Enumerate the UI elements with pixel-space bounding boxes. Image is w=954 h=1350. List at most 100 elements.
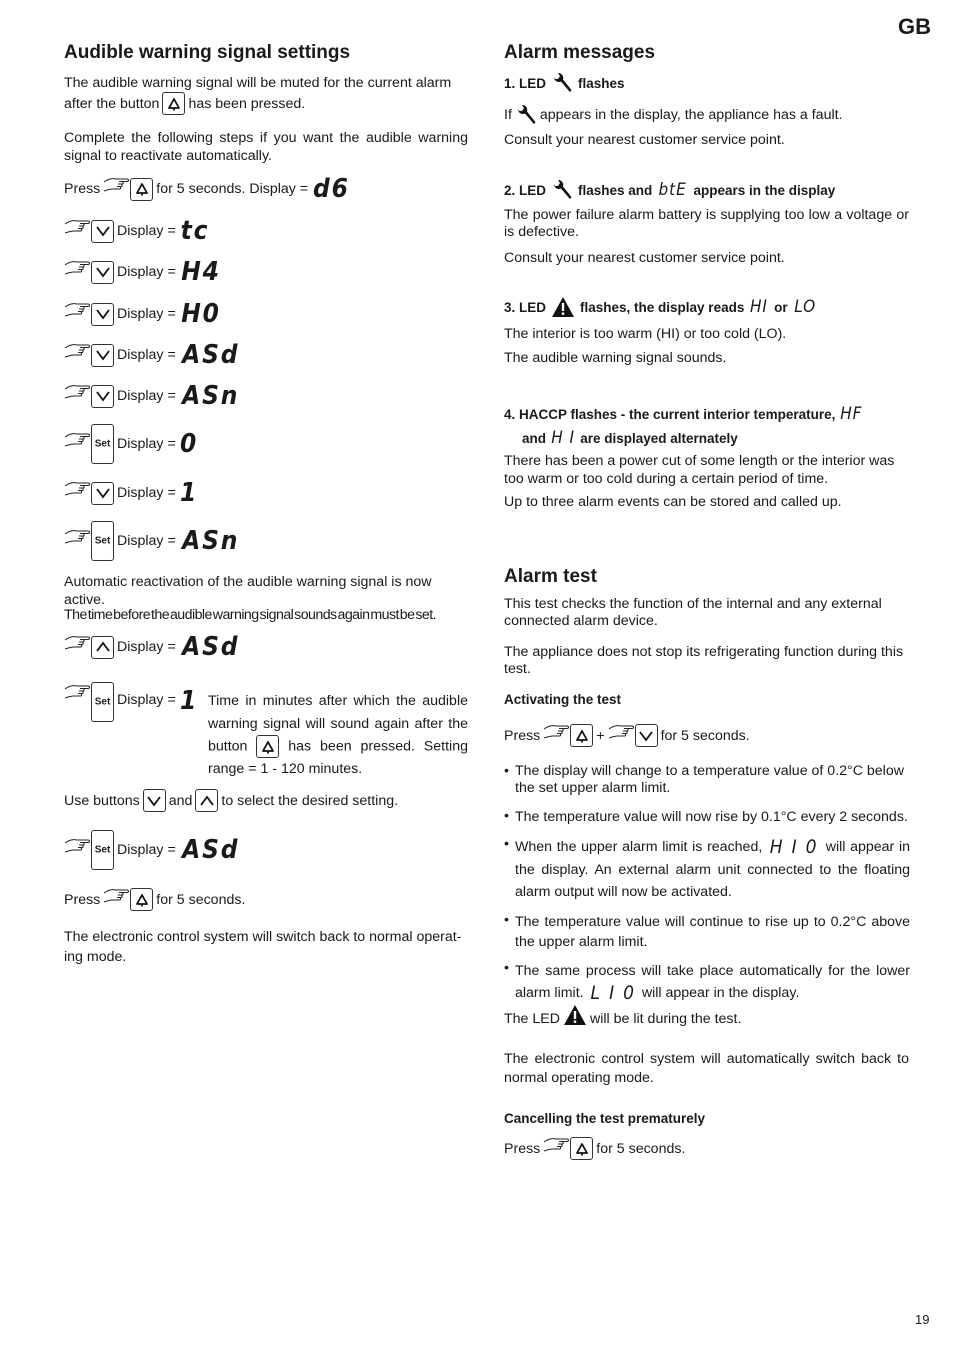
display-readout: d6 bbox=[313, 174, 350, 204]
display-readout: ASd bbox=[181, 835, 240, 865]
led-lit-text: The LED will be lit during the test. bbox=[504, 1008, 741, 1030]
set-button-icon: Set bbox=[91, 682, 114, 722]
display-readout: tc bbox=[180, 216, 210, 246]
section-title-audible-warning: Audible warning signal settings bbox=[64, 42, 351, 63]
intro-line-2a: after the button bbox=[64, 95, 160, 112]
display-readout: HI bbox=[750, 297, 769, 317]
step-row: Display = H0 bbox=[64, 301, 223, 327]
display-readout: 1 bbox=[179, 478, 198, 508]
display-readout: ASn bbox=[181, 526, 239, 556]
wrench-icon bbox=[515, 104, 537, 126]
step-row-up: Display = ASd bbox=[64, 634, 242, 660]
chevron-up-button-icon bbox=[91, 635, 114, 659]
pointing-hand-icon bbox=[64, 430, 92, 450]
display-label: Display = bbox=[117, 223, 176, 239]
warning-triangle-icon bbox=[551, 296, 575, 318]
alarm-1-heading: 1. LED flashes bbox=[504, 72, 625, 94]
use-buttons-line: Use buttons and to select the desired se… bbox=[64, 789, 398, 812]
step-row: Display = ASn bbox=[64, 383, 242, 409]
pointing-hand-icon bbox=[64, 217, 92, 237]
auto-back-text: The electronic control system will autom… bbox=[504, 1051, 909, 1086]
display-readout: 1 bbox=[179, 686, 198, 716]
pointing-hand-icon bbox=[103, 886, 131, 906]
chevron-down-button-icon bbox=[142, 789, 166, 812]
step-row-set-time: Set Display = 1 bbox=[64, 682, 199, 722]
display-label: Display = bbox=[117, 436, 176, 452]
time-description: Time in minutes after which the audible … bbox=[208, 693, 468, 777]
wrench-icon bbox=[551, 72, 573, 94]
display-label: Display = bbox=[117, 485, 176, 501]
step-row-final-set: Set Display = ASd bbox=[64, 830, 242, 870]
step-row: Set Display = ASn bbox=[64, 521, 242, 561]
time-must-set-text: The time before the audible warning sign… bbox=[64, 607, 437, 623]
pointing-hand-icon bbox=[543, 1135, 571, 1155]
step-row: Display = H4 bbox=[64, 259, 223, 285]
pointing-hand-icon bbox=[543, 722, 571, 742]
step-row: Display = 1 bbox=[64, 480, 199, 506]
alarm-test-p2: The appliance does not stop its refriger… bbox=[504, 644, 904, 677]
alarm-4-text-1: There has been a power cut of some lengt… bbox=[504, 453, 895, 487]
display-label: Display = bbox=[117, 347, 176, 363]
alarm-4-text-2: Up to three alarm events can be stored a… bbox=[504, 494, 842, 510]
pointing-hand-icon bbox=[64, 527, 92, 547]
list-item: • The same process will take place autom… bbox=[504, 960, 910, 1005]
list-item: • The display will change to a temperatu… bbox=[504, 763, 904, 796]
pointing-hand-icon bbox=[64, 300, 92, 320]
chevron-down-button-icon bbox=[91, 219, 114, 243]
intro-paragraph: The audible warning signal will be muted… bbox=[64, 74, 468, 115]
display-label: Display = bbox=[117, 639, 176, 655]
back-normal-text: The electronic control system will switc… bbox=[64, 929, 462, 965]
section-title-alarm-test: Alarm test bbox=[504, 566, 597, 587]
alarm-test-p1: This test checks the function of the int… bbox=[504, 596, 882, 629]
pointing-hand-icon bbox=[64, 258, 92, 278]
activating-press-line: Press + for 5 seconds. bbox=[504, 724, 750, 747]
set-button-icon: Set bbox=[91, 521, 114, 561]
display-label: Display = bbox=[117, 842, 176, 858]
step-row: Set Display = 0 bbox=[64, 424, 199, 464]
display-readout: btE bbox=[658, 180, 687, 200]
alarm-4-heading-line-2: and H I are displayed alternately bbox=[522, 428, 738, 448]
alarm-3-text-2: The audible warning signal sounds. bbox=[504, 350, 727, 366]
auto-active-text: Automatic reactivation of the audible wa… bbox=[64, 574, 432, 608]
section-title-alarm-messages: Alarm messages bbox=[504, 42, 656, 63]
set-button-icon: Set bbox=[91, 424, 114, 464]
alarm-2-text-2: Consult your nearest customer service po… bbox=[504, 250, 785, 266]
alarm-1-text-2: Consult your nearest customer service po… bbox=[504, 132, 785, 148]
bell-button-icon bbox=[570, 724, 594, 747]
bell-button-icon bbox=[570, 1137, 594, 1160]
pointing-hand-icon bbox=[64, 341, 92, 361]
pointing-hand-icon bbox=[64, 836, 92, 856]
bell-button-icon bbox=[130, 888, 154, 911]
step-press-bell: Press for 5 seconds. Display = d6 bbox=[64, 176, 352, 202]
activating-test-title: Activating the test bbox=[504, 692, 622, 707]
display-readout: ASd bbox=[181, 632, 240, 662]
display-readout: H I bbox=[551, 428, 575, 448]
alarm-2-text-1: The power failure alarm battery is suppl… bbox=[504, 207, 909, 240]
intro-line-1: The audible warning signal will be muted… bbox=[64, 75, 452, 91]
display-label: Display = bbox=[117, 264, 176, 280]
display-label: Display = bbox=[117, 388, 176, 404]
alarm-3-text-1: The interior is too warm (HI) or too col… bbox=[504, 326, 787, 342]
alarm-2-heading: 2. LED flashes and btE appears in the di… bbox=[504, 180, 836, 200]
display-readout: 0 bbox=[179, 429, 198, 459]
display-readout: ASd bbox=[181, 340, 240, 370]
bell-button-icon bbox=[256, 735, 280, 758]
display-readout: H I 0 bbox=[769, 836, 819, 858]
pointing-hand-icon bbox=[64, 382, 92, 402]
press-suffix: for 5 seconds. Display = bbox=[156, 181, 309, 197]
display-readout: H0 bbox=[180, 299, 221, 329]
step-row: Display = tc bbox=[64, 218, 211, 244]
pointing-hand-icon bbox=[64, 633, 92, 653]
display-label: Display = bbox=[117, 533, 176, 549]
chevron-down-button-icon bbox=[634, 724, 658, 747]
list-item: • The temperature value will continue to… bbox=[504, 912, 910, 950]
alarm-4-heading-line-1: 4. HACCP flashes - the current interior … bbox=[504, 404, 863, 424]
bell-button-icon bbox=[130, 177, 154, 201]
press-label: Press bbox=[64, 181, 101, 197]
display-label: Display = bbox=[117, 692, 176, 708]
pointing-hand-icon bbox=[64, 479, 92, 499]
set-button-icon: Set bbox=[91, 830, 114, 870]
steps-intro: Complete the following steps if you want… bbox=[64, 130, 468, 164]
alarm-3-heading: 3. LED flashes, the display reads HI or … bbox=[504, 296, 816, 318]
display-label: Display = bbox=[117, 306, 176, 322]
